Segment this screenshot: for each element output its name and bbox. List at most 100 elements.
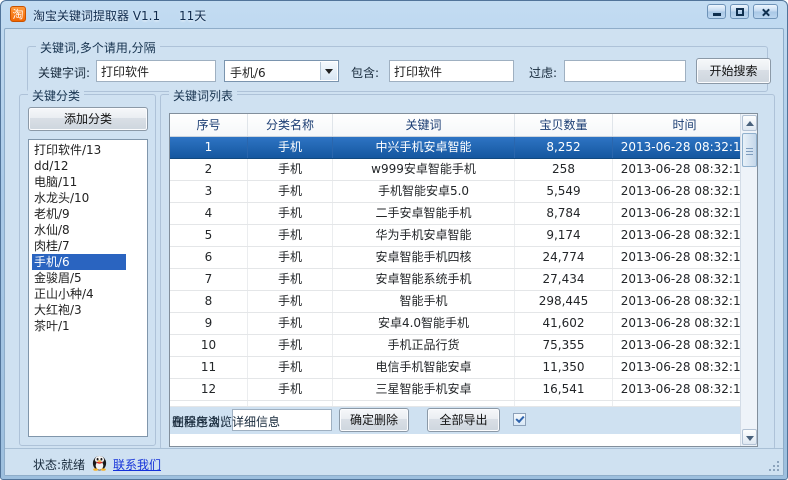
- table-cell: [333, 401, 515, 406]
- category-item[interactable]: 金骏眉/5: [29, 270, 147, 286]
- category-group-legend: 关键分类: [28, 87, 84, 104]
- table-cell: 16,541: [515, 379, 613, 400]
- export-all-button[interactable]: 全部导出: [427, 408, 500, 432]
- maximize-button[interactable]: [730, 4, 749, 19]
- start-search-button[interactable]: 开始搜索: [696, 58, 771, 84]
- category-item[interactable]: 手机/6: [29, 254, 147, 270]
- category-item[interactable]: dd/12: [29, 158, 147, 174]
- titlebar[interactable]: 淘 淘宝关键词提取器 V1.1 11天: [1, 1, 787, 28]
- browser-detail-checkbox[interactable]: [513, 413, 526, 426]
- table-cell: 2013-06-28 08:32:13: [613, 159, 757, 180]
- table-cell: 11,350: [515, 357, 613, 378]
- category-item[interactable]: 茶叶/1: [29, 318, 147, 334]
- table-vertical-scrollbar[interactable]: [740, 114, 757, 446]
- column-header-keyword[interactable]: 关键词: [333, 114, 515, 136]
- table-cell: 手机正品行货: [333, 335, 515, 356]
- table-cell: 8,252: [515, 137, 613, 158]
- table-cell: 5: [170, 225, 248, 246]
- table-cell: 2013-06-28 08:32:13: [613, 357, 757, 378]
- table-row[interactable]: 1手机中兴手机安卓智能8,2522013-06-28 08:32:13: [170, 137, 757, 159]
- status-bar: 状态:就绪 联系我们: [5, 448, 783, 475]
- scrollbar-thumb[interactable]: [742, 133, 757, 167]
- confirm-delete-button[interactable]: 确定删除: [339, 408, 409, 432]
- status-text: 状态:就绪: [33, 456, 85, 473]
- category-item[interactable]: 打印软件/13: [29, 142, 147, 158]
- keyword-table: 序号 分类名称 关键词 宝贝数量 时间 1手机中兴手机安卓智能8,2522013…: [169, 113, 758, 447]
- keyword-label: 关键字词:: [38, 64, 90, 81]
- table-cell: 2013-06-28 08:32:13: [613, 203, 757, 224]
- category-item[interactable]: 水仙/8: [29, 222, 147, 238]
- browser-detail-checkbox-label[interactable]: 在程序浏览详细信息: [172, 413, 280, 430]
- column-header-count[interactable]: 宝贝数量: [515, 114, 613, 136]
- table-cell: w999安卓智能手机: [333, 159, 515, 180]
- table-row[interactable]: 2手机w999安卓智能手机2582013-06-28 08:32:13: [170, 159, 757, 181]
- add-category-button[interactable]: 添加分类: [28, 107, 148, 131]
- category-item[interactable]: 水龙头/10: [29, 190, 147, 206]
- table-cell: 电信手机智能安卓: [333, 357, 515, 378]
- qq-penguin-icon[interactable]: [91, 454, 108, 471]
- category-listbox[interactable]: 打印软件/13dd/12电脑/11水龙头/10老机/9水仙/8肉桂/7手机/6金…: [28, 139, 148, 437]
- column-header-time[interactable]: 时间: [613, 114, 757, 136]
- bottom-controls-strip: 删除包含: 确定删除 全部导出 在程序浏览详细信息: [170, 407, 757, 434]
- column-header-category[interactable]: 分类名称: [248, 114, 333, 136]
- table-cell: 安卓智能系统手机: [333, 269, 515, 290]
- search-group-legend: 关键词,多个请用,分隔: [36, 39, 160, 56]
- table-cell: 2013-06-28 08:32:13: [613, 137, 757, 158]
- scroll-up-button[interactable]: [742, 115, 757, 131]
- table-cell: [613, 401, 757, 406]
- table-cell: 6: [170, 247, 248, 268]
- table-header[interactable]: 序号 分类名称 关键词 宝贝数量 时间: [170, 114, 757, 137]
- keyword-input[interactable]: [96, 60, 216, 82]
- table-cell: 手机: [248, 159, 333, 180]
- table-cell: 2013-06-28 08:32:13: [613, 269, 757, 290]
- table-row[interactable]: 9手机安卓4.0智能手机41,6022013-06-28 08:32:13: [170, 313, 757, 335]
- table-cell: 手机: [248, 137, 333, 158]
- table-row[interactable]: 11手机电信手机智能安卓11,3502013-06-28 08:32:13: [170, 357, 757, 379]
- scroll-down-button[interactable]: [742, 429, 757, 445]
- category-item[interactable]: 电脑/11: [29, 174, 147, 190]
- close-button[interactable]: [753, 4, 778, 19]
- table-cell: 2013-06-28 08:32:13: [613, 225, 757, 246]
- table-cell: [170, 401, 248, 406]
- table-row[interactable]: 5手机华为手机安卓智能9,1742013-06-28 08:32:13: [170, 225, 757, 247]
- table-row[interactable]: 8手机智能手机298,4452013-06-28 08:32:13: [170, 291, 757, 313]
- trial-days-label: 11天: [179, 7, 206, 24]
- table-cell: 手机: [248, 269, 333, 290]
- contact-us-link[interactable]: 联系我们: [113, 456, 161, 473]
- table-cell: [248, 401, 333, 406]
- table-cell: 安卓智能手机四核: [333, 247, 515, 268]
- chevron-down-icon: [325, 69, 333, 74]
- category-item[interactable]: 老机/9: [29, 206, 147, 222]
- table-cell: 手机: [248, 379, 333, 400]
- table-cell: 手机: [248, 335, 333, 356]
- table-body: 1手机中兴手机安卓智能8,2522013-06-28 08:32:132手机w9…: [170, 137, 757, 401]
- table-cell: 9,174: [515, 225, 613, 246]
- table-cell: 2013-06-28 08:32:13: [613, 247, 757, 268]
- include-label: 包含:: [351, 64, 379, 81]
- table-row[interactable]: 12手机三星智能手机安卓16,5412013-06-28 08:32:13: [170, 379, 757, 401]
- table-row[interactable]: 10手机手机正品行货75,3552013-06-28 08:32:13: [170, 335, 757, 357]
- table-row[interactable]: 3手机手机智能安卓5.05,5492013-06-28 08:32:13: [170, 181, 757, 203]
- category-dropdown[interactable]: 手机/6: [224, 60, 339, 82]
- include-input[interactable]: [389, 60, 514, 82]
- table-cell: 298,445: [515, 291, 613, 312]
- table-cell: 手机: [248, 181, 333, 202]
- minimize-button[interactable]: [707, 4, 726, 19]
- category-item[interactable]: 正山小种/4: [29, 286, 147, 302]
- table-row[interactable]: 7手机安卓智能系统手机27,4342013-06-28 08:32:13: [170, 269, 757, 291]
- table-cell: 中兴手机安卓智能: [333, 137, 515, 158]
- table-cell: [515, 401, 613, 406]
- minimize-icon: [713, 13, 721, 16]
- filter-input[interactable]: [564, 60, 686, 82]
- category-item[interactable]: 肉桂/7: [29, 238, 147, 254]
- maximize-icon: [736, 8, 744, 16]
- resize-grip[interactable]: [767, 459, 779, 471]
- dropdown-arrow-zone[interactable]: [320, 62, 337, 80]
- column-header-index[interactable]: 序号: [170, 114, 248, 136]
- table-cell: 7: [170, 269, 248, 290]
- arrow-up-icon: [746, 121, 754, 126]
- table-cell: 手机: [248, 313, 333, 334]
- table-row[interactable]: 4手机二手安卓智能手机8,7842013-06-28 08:32:13: [170, 203, 757, 225]
- category-item[interactable]: 大红袍/3: [29, 302, 147, 318]
- table-row[interactable]: 6手机安卓智能手机四核24,7742013-06-28 08:32:13: [170, 247, 757, 269]
